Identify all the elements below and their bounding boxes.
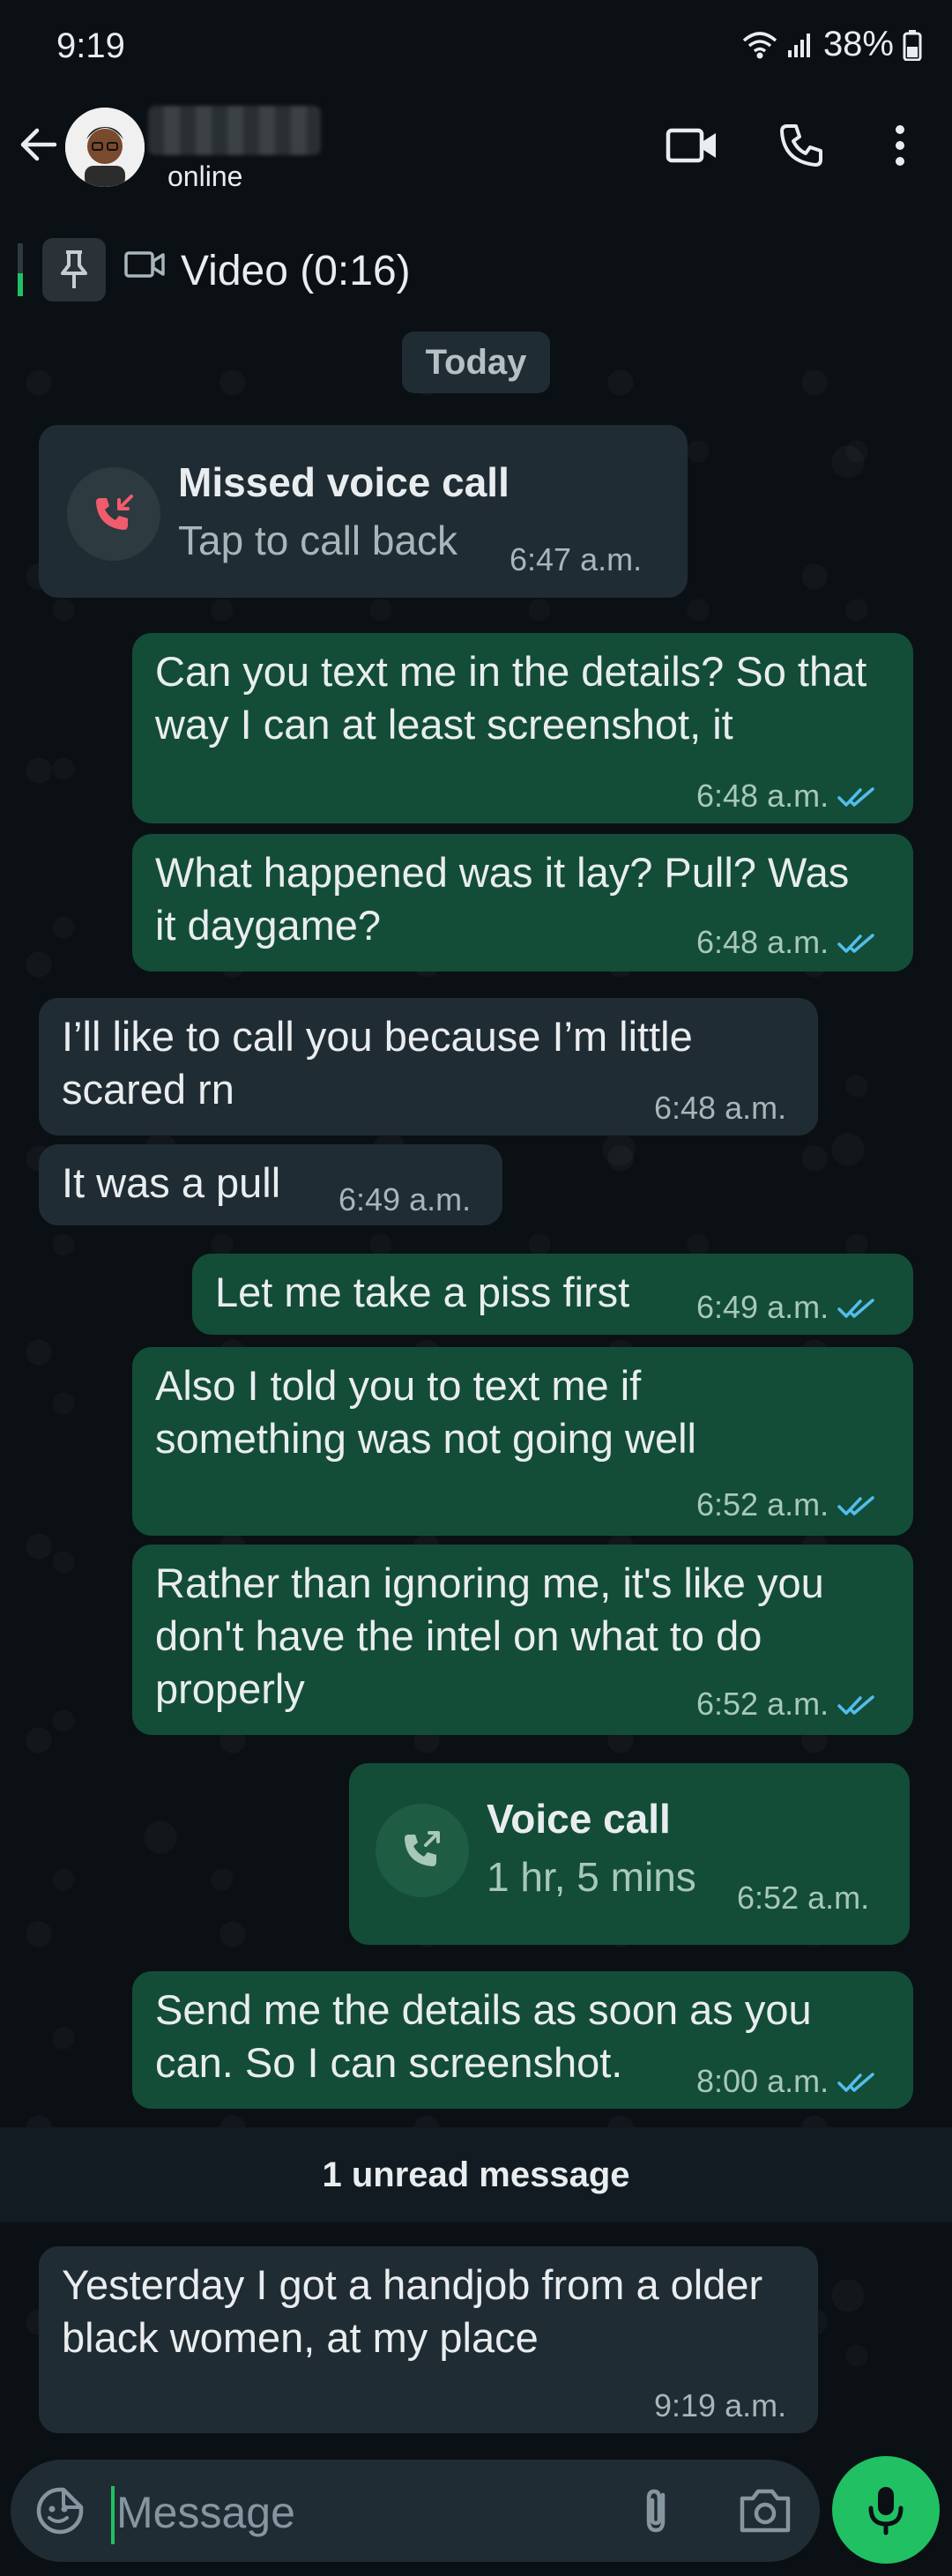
message-time: 6:47 a.m. xyxy=(509,541,643,577)
message-time: 6:49 a.m. xyxy=(696,1289,876,1326)
pin-button[interactable] xyxy=(42,238,106,302)
status-icons: 38% xyxy=(742,25,922,64)
missed-call-subtitle: Tap to call back xyxy=(178,517,458,563)
more-vertical-icon xyxy=(896,125,904,166)
message-text: Yesterday I got a handjob from a older b… xyxy=(62,2261,763,2361)
message-text: Let me take a piss first xyxy=(215,1269,630,1315)
video-call-button[interactable] xyxy=(661,115,723,176)
message-input[interactable] xyxy=(115,2481,612,2544)
message-text: Can you text me in the details? So that … xyxy=(155,648,867,748)
message-time: 6:52 a.m. xyxy=(696,1486,876,1523)
unread-separator: 1 unread message xyxy=(0,2127,952,2222)
pinned-message-text: Video (0:16) xyxy=(181,248,411,294)
status-time: 9:19 xyxy=(56,26,125,65)
missed-call-icon xyxy=(96,495,133,530)
microphone-icon xyxy=(868,2487,904,2535)
read-ticks-icon xyxy=(837,934,874,954)
arrow-left-icon xyxy=(20,128,57,161)
back-button[interactable] xyxy=(16,122,62,168)
camera-button[interactable] xyxy=(735,2483,795,2539)
voice-call-duration: 1 hr, 5 mins xyxy=(487,1854,696,1900)
missed-call-icon-circle xyxy=(67,467,160,561)
message-time: 8:00 a.m. xyxy=(696,2063,876,2100)
voice-call-title: Voice call xyxy=(487,1796,671,1842)
voice-call-icon-circle xyxy=(376,1804,469,1897)
outgoing-call-icon xyxy=(405,1831,440,1866)
phone-icon xyxy=(780,124,822,167)
message-time: 6:52 a.m. xyxy=(737,1880,870,1916)
wifi-icon xyxy=(742,31,777,58)
read-ticks-icon xyxy=(837,787,874,808)
voice-call-button[interactable] xyxy=(770,115,832,176)
pinned-video-icon xyxy=(123,249,166,284)
read-ticks-icon xyxy=(837,1299,874,1319)
contact-name-redacted[interactable] xyxy=(148,106,321,155)
message-text: It was a pull xyxy=(62,1159,281,1206)
message-time: 9:19 a.m. xyxy=(654,2387,787,2423)
read-ticks-icon xyxy=(837,2073,874,2093)
avatar[interactable] xyxy=(65,108,145,187)
attach-button[interactable] xyxy=(628,2483,684,2539)
missed-call-title: Missed voice call xyxy=(178,459,509,505)
battery-icon xyxy=(903,29,922,61)
sticker-emoji-icon xyxy=(36,2487,84,2535)
message-time: 6:52 a.m. xyxy=(696,1686,876,1723)
message-time: 6:48 a.m. xyxy=(654,1090,787,1126)
avatar-illustration-icon xyxy=(65,108,145,187)
message-time: 6:49 a.m. xyxy=(338,1181,472,1217)
message-text: Also I told you to text me if something … xyxy=(155,1362,696,1462)
message-time: 6:48 a.m. xyxy=(696,778,876,815)
pin-indicator-active xyxy=(18,273,23,296)
paperclip-icon xyxy=(646,2489,666,2533)
read-ticks-icon xyxy=(837,1695,874,1716)
emoji-button[interactable] xyxy=(33,2484,86,2537)
more-options-button[interactable] xyxy=(869,115,931,176)
message-time: 6:48 a.m. xyxy=(696,924,876,961)
camera-icon xyxy=(740,2489,791,2533)
pin-icon xyxy=(61,250,87,288)
video-camera-icon xyxy=(666,128,716,163)
date-chip: Today xyxy=(402,331,550,393)
contact-status: online xyxy=(167,160,243,192)
read-ticks-icon xyxy=(837,1496,874,1516)
signal-icon xyxy=(787,33,810,57)
battery-percent: 38% xyxy=(822,25,894,63)
voice-message-button[interactable] xyxy=(832,2456,940,2564)
